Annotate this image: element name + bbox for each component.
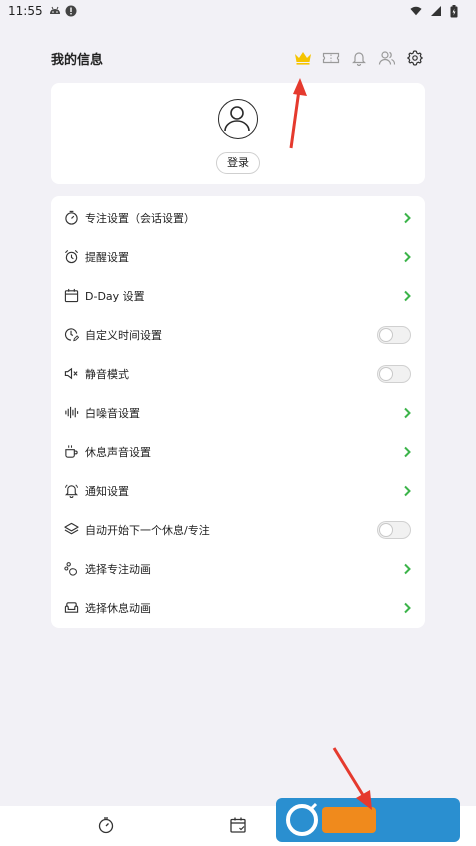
setting-row-silent: 静音模式	[51, 354, 425, 393]
setting-label: 自定义时间设置	[85, 328, 162, 342]
setting-row-auto-next: 自动开始下一个休息/专注	[51, 510, 425, 549]
setting-label: 专注设置（会话设置）	[85, 211, 195, 225]
alert-icon	[65, 5, 77, 17]
setting-label: D-Day 设置	[85, 289, 145, 303]
status-time: 11:55	[8, 4, 43, 18]
android-icon	[49, 5, 61, 17]
setting-row-dday[interactable]: D-Day 设置	[51, 276, 425, 315]
crown-icon[interactable]	[294, 49, 312, 67]
ticket-icon[interactable]	[322, 49, 340, 67]
setting-label: 通知设置	[85, 484, 129, 498]
setting-row-white-noise[interactable]: 白噪音设置	[51, 393, 425, 432]
setting-row-rest-anim[interactable]: 选择休息动画	[51, 588, 425, 627]
setting-row-focus[interactable]: 专注设置（会话设置）	[51, 198, 425, 237]
watermark-logo	[276, 798, 460, 842]
signal-icon	[430, 5, 442, 17]
setting-row-reminder[interactable]: 提醒设置	[51, 237, 425, 276]
setting-label: 白噪音设置	[85, 406, 140, 420]
calendar-icon	[63, 288, 79, 304]
chevron-right-icon	[403, 485, 411, 497]
login-button[interactable]: 登录	[216, 152, 260, 174]
page-title: 我的信息	[51, 52, 104, 68]
header-actions	[294, 49, 424, 67]
battery-icon	[450, 5, 462, 18]
setting-label: 选择专注动画	[85, 562, 151, 576]
profile-card: 登录	[51, 83, 425, 184]
toggle-knob	[379, 327, 393, 342]
friends-icon[interactable]	[378, 49, 396, 67]
setting-label: 自动开始下一个休息/专注	[85, 523, 210, 537]
setting-row-rest-sound[interactable]: 休息声音设置	[51, 432, 425, 471]
sofa-icon	[63, 600, 79, 616]
chevron-right-icon	[403, 251, 411, 263]
setting-row-custom-time: 自定义时间设置	[51, 315, 425, 354]
sound-wave-icon	[63, 405, 79, 421]
auto-next-toggle[interactable]	[377, 520, 411, 539]
chevron-right-icon	[403, 407, 411, 419]
alarm-clock-icon	[63, 249, 79, 265]
silent-mode-toggle[interactable]	[377, 364, 411, 383]
paw-icon	[63, 561, 79, 577]
chevron-right-icon	[403, 446, 411, 458]
setting-label: 休息声音设置	[85, 445, 151, 459]
avatar[interactable]	[218, 99, 258, 139]
chevron-right-icon	[403, 602, 411, 614]
setting-row-notification[interactable]: 通知设置	[51, 471, 425, 510]
page-header: 我的信息	[51, 44, 424, 72]
chevron-right-icon	[403, 290, 411, 302]
clock-edit-icon	[63, 327, 79, 343]
nav-calendar-icon[interactable]	[228, 815, 248, 835]
bell-icon	[63, 483, 79, 499]
status-bar: 11:55	[0, 0, 476, 22]
mute-icon	[63, 366, 79, 382]
bell-icon[interactable]	[350, 49, 368, 67]
setting-label: 选择休息动画	[85, 601, 151, 615]
setting-label: 提醒设置	[85, 250, 129, 264]
settings-list: 专注设置（会话设置） 提醒设置 D-Day 设置 自定义时间设置 静音模式 白噪…	[51, 196, 425, 628]
toggle-knob	[379, 366, 393, 381]
setting-row-focus-anim[interactable]: 选择专注动画	[51, 549, 425, 588]
settings-gear-icon[interactable]	[406, 49, 424, 67]
coffee-cup-icon	[63, 444, 79, 460]
nav-timer-icon[interactable]	[96, 815, 116, 835]
timer-icon	[63, 210, 79, 226]
toggle-knob	[379, 522, 393, 537]
custom-time-toggle[interactable]	[377, 325, 411, 344]
chevron-right-icon	[403, 212, 411, 224]
setting-label: 静音模式	[85, 367, 129, 381]
layers-icon	[63, 522, 79, 538]
wifi-icon	[410, 5, 422, 17]
chevron-right-icon	[403, 563, 411, 575]
